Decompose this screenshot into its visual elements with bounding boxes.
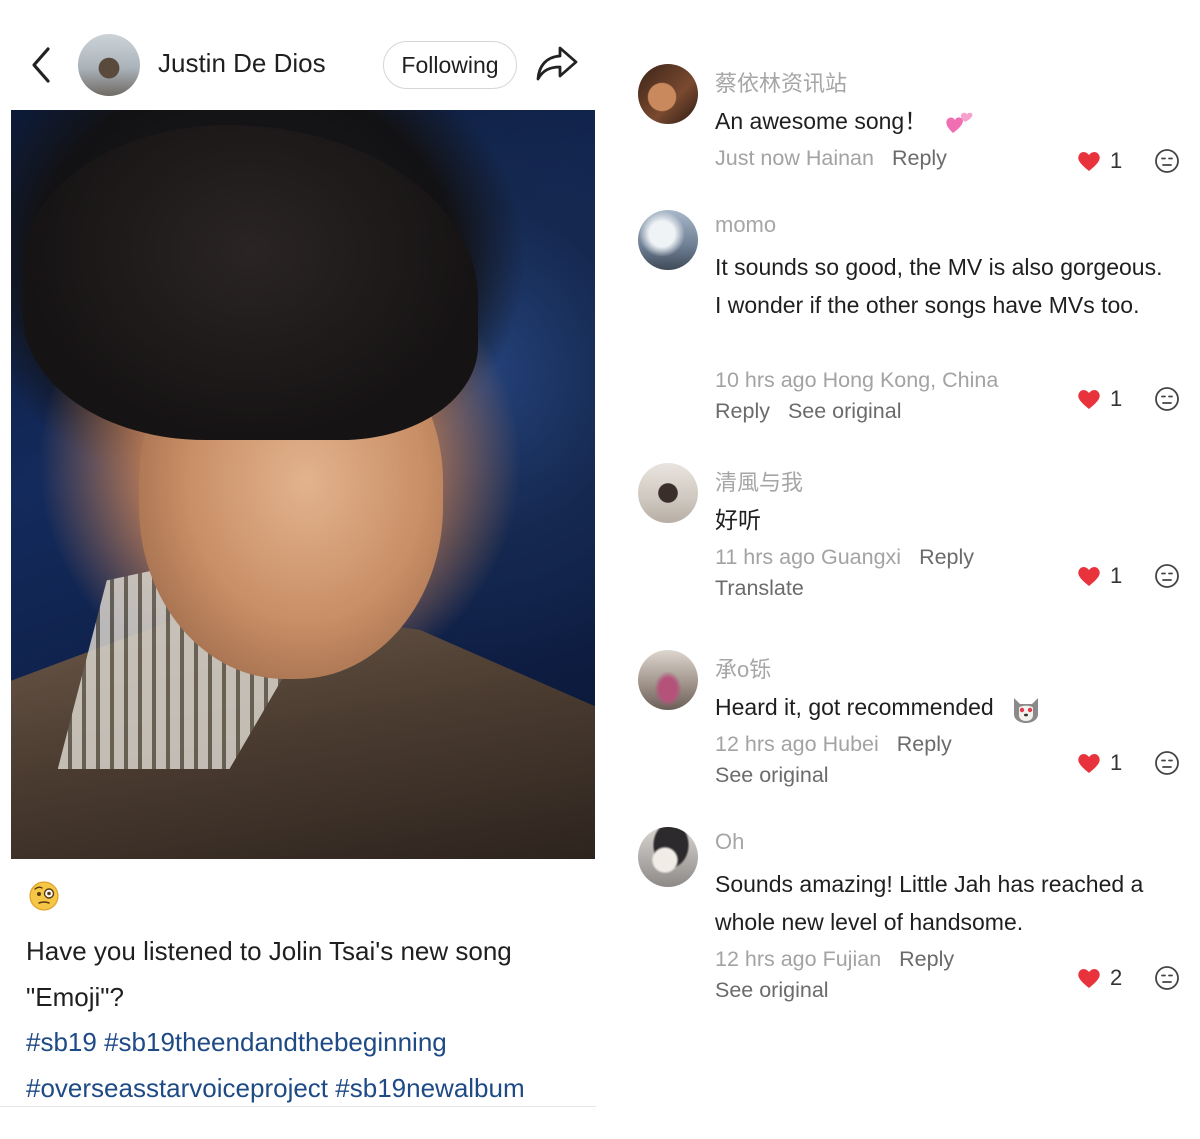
comment-text: Heard it, got recommended (715, 688, 1175, 726)
hashtag-link[interactable]: #sb19newalbum (335, 1073, 524, 1103)
like-count: 1 (1110, 750, 1123, 775)
comment-meta: 10 hrs ago Hong Kong, China (715, 368, 998, 393)
comment-time: 11 hrs ago (715, 545, 816, 569)
comment-time: 12 hrs ago (715, 732, 817, 756)
commenter-avatar[interactable] (638, 650, 698, 710)
comment-time: 10 hrs ago (715, 368, 817, 392)
comment-location: Fujian (822, 947, 882, 971)
like-button[interactable]: 2 (1076, 965, 1122, 991)
commenter-name[interactable]: 清風与我 (715, 465, 803, 497)
like-button[interactable]: 1 (1076, 386, 1122, 412)
see-original-button[interactable]: See original (788, 399, 902, 423)
hashtag-link[interactable]: #sb19theendandthebeginning (104, 1027, 447, 1057)
author-name[interactable]: Justin De Dios (158, 48, 326, 79)
translate-button[interactable]: Translate (715, 576, 804, 600)
like-button[interactable]: 1 (1076, 148, 1122, 174)
comment-meta: 11 hrs ago Guangxi Reply (715, 545, 974, 570)
photo-hair-shape (22, 124, 479, 440)
like-count: 2 (1110, 965, 1123, 990)
post-hashtags: #sb19 #sb19theendandthebeginning #overse… (26, 1019, 606, 1111)
back-chevron-icon (32, 47, 50, 83)
hashtag-link[interactable]: #overseasstarvoiceproject (26, 1073, 328, 1103)
heart-icon (1078, 152, 1100, 171)
comment-time: 12 hrs ago (715, 947, 817, 971)
like-count: 1 (1110, 386, 1123, 411)
reply-button[interactable]: Reply (899, 947, 954, 971)
commenter-avatar[interactable] (638, 463, 698, 523)
commenter-name[interactable]: momo (715, 212, 776, 238)
comment-text-body: Heard it, got recommended (715, 694, 994, 720)
dislike-face-icon[interactable] (1154, 386, 1180, 412)
post-pane: Justin De Dios Following Have you listen… (0, 0, 608, 1139)
commenter-avatar[interactable] (638, 64, 698, 124)
comment-location: Hong Kong, China (822, 368, 999, 392)
author-avatar[interactable] (78, 34, 140, 96)
commenter-name[interactable]: Oh (715, 829, 744, 855)
comment-actions: See original (715, 978, 829, 1003)
post-caption: Have you listened to Jolin Tsai's new so… (26, 936, 512, 1012)
comment-actions: Reply See original (715, 399, 902, 424)
comment-actions: See original (715, 763, 829, 788)
comment-meta: 12 hrs ago Fujian Reply (715, 947, 954, 972)
following-button[interactable]: Following (383, 41, 517, 89)
like-button[interactable]: 1 (1076, 750, 1122, 776)
dislike-face-icon[interactable] (1154, 563, 1180, 589)
comment-meta: Just now Hainan Reply (715, 146, 947, 171)
heart-icon (1078, 969, 1100, 988)
reply-button[interactable]: Reply (919, 545, 974, 569)
dislike-face-icon[interactable] (1154, 148, 1180, 174)
heart-icon (1078, 390, 1100, 409)
comment-text: 好听 (715, 507, 761, 533)
post-photo[interactable] (11, 110, 595, 859)
comments-pane: 蔡依林资讯站 An awesome song！ Just now Hainan … (608, 0, 1200, 1139)
comment-text-body: An awesome song！ (715, 108, 928, 134)
reply-button[interactable]: Reply (897, 732, 952, 756)
comment-actions: Translate (715, 576, 804, 601)
comment-meta: 12 hrs ago Hubei Reply (715, 732, 952, 757)
see-original-button[interactable]: See original (715, 978, 829, 1002)
dislike-face-icon[interactable] (1154, 965, 1180, 991)
commenter-avatar[interactable] (638, 827, 698, 887)
comment-location: Hubei (822, 732, 879, 756)
two-hearts-emoji (945, 112, 973, 133)
share-arrow-icon (536, 46, 578, 81)
comment-text: It sounds so good, the MV is also gorgeo… (715, 254, 1163, 318)
reply-button[interactable]: Reply (715, 399, 770, 423)
like-count: 1 (1110, 563, 1123, 588)
like-count: 1 (1110, 148, 1123, 173)
reply-button[interactable]: Reply (892, 146, 947, 170)
monocle-face-emoji (29, 881, 59, 911)
dislike-face-icon[interactable] (1154, 750, 1180, 776)
heart-icon (1078, 754, 1100, 773)
like-button[interactable]: 1 (1076, 563, 1122, 589)
comment-location: Hainan (805, 146, 874, 170)
comment-time: Just now (715, 146, 800, 170)
husky-dog-emoji (1014, 697, 1039, 723)
back-button[interactable] (26, 44, 56, 86)
heart-icon (1078, 567, 1100, 586)
comment-location: Guangxi (821, 545, 902, 569)
comment-text: Sounds amazing! Little Jah has reached a… (715, 871, 1144, 935)
comment-text: An awesome song！ (715, 102, 1175, 140)
commenter-name[interactable]: 承o铄 (715, 652, 771, 684)
share-button[interactable] (534, 42, 580, 86)
divider (0, 1106, 596, 1107)
commenter-name[interactable]: 蔡依林资讯站 (715, 66, 847, 98)
see-original-button[interactable]: See original (715, 763, 829, 787)
hashtag-link[interactable]: #sb19 (26, 1027, 97, 1057)
commenter-avatar[interactable] (638, 210, 698, 270)
